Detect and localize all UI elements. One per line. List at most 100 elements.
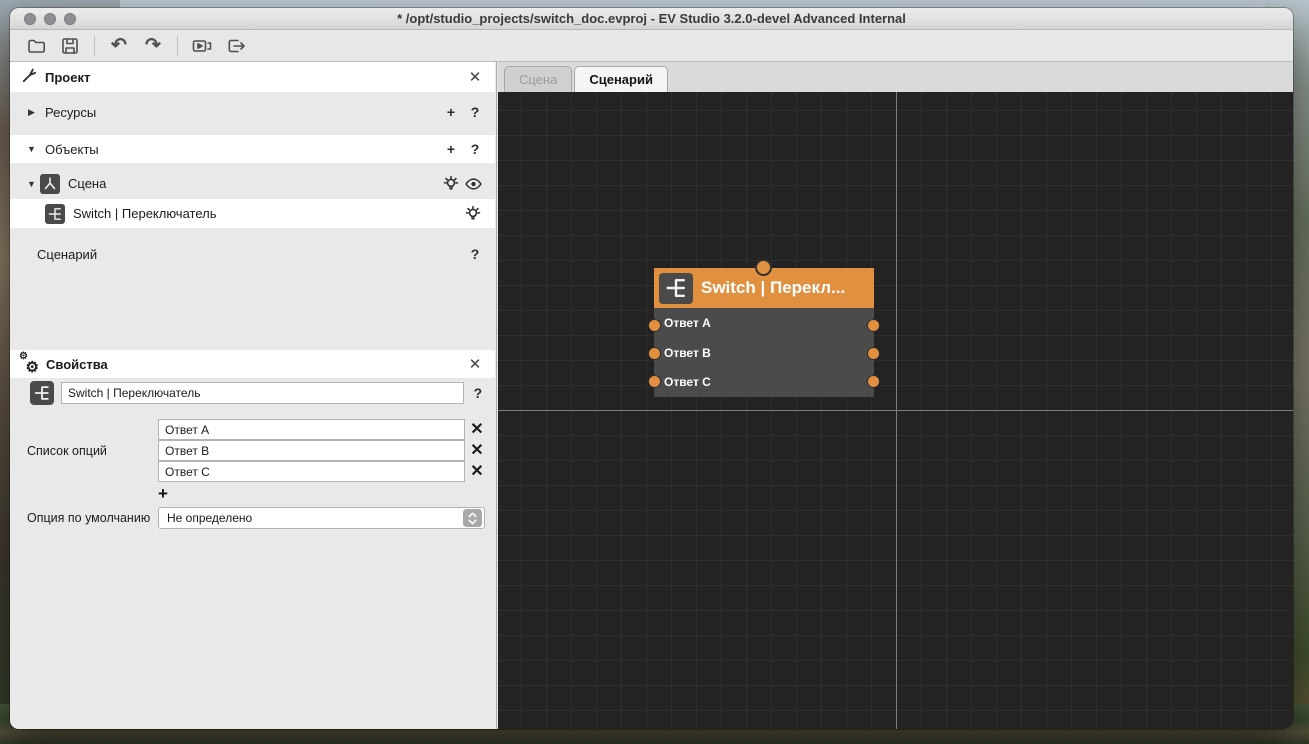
switch-node[interactable]: Switch | Перекл... Ответ A Ответ B Ответ…	[654, 268, 874, 397]
switch-icon	[659, 273, 693, 304]
section-objects[interactable]: ▼ Объекты + ?	[10, 135, 495, 163]
window-content: Проект ✕ ▶ Ресурсы + ? ▼ Объекты + ?	[10, 62, 1293, 729]
toolbar-separator	[177, 36, 178, 56]
undo-icon: ↶	[111, 36, 127, 55]
scenario-editor: Сцена Сценарий Switch | Перекл...	[498, 62, 1293, 729]
add-option-row: +	[10, 486, 495, 502]
port-c-left[interactable]	[648, 375, 661, 388]
window-titlebar[interactable]: * /opt/studio_projects/switch_doc.evproj…	[10, 8, 1293, 30]
port-label-b: Ответ B	[664, 346, 711, 360]
tree-item-scene[interactable]: ▼ Сцена	[10, 169, 495, 198]
objects-help-button[interactable]: ?	[467, 140, 483, 158]
port-b-right[interactable]	[867, 347, 880, 360]
gears-icon: ⚙⚙	[20, 355, 38, 373]
port-c-right[interactable]	[867, 375, 880, 388]
scene-visibility-button[interactable]	[463, 174, 483, 194]
switch-node-title: Switch | Перекл...	[701, 278, 845, 298]
tab-scene[interactable]: Сцена	[504, 66, 572, 92]
main-toolbar: ↶ ↷	[10, 30, 1293, 62]
node-canvas[interactable]: Switch | Перекл... Ответ A Ответ B Ответ…	[498, 92, 1293, 729]
window-title: * /opt/studio_projects/switch_doc.evproj…	[10, 11, 1293, 26]
properties-panel-header: ⚙⚙ Свойства ✕	[10, 350, 495, 378]
options-list-field: Список опций ✕ ✕ ✕	[10, 419, 495, 482]
node-input-port[interactable]	[755, 259, 772, 276]
close-window-button[interactable]	[24, 13, 36, 25]
save-icon	[60, 36, 80, 56]
switch-lamp-button[interactable]	[463, 204, 483, 224]
scene-icon	[40, 174, 60, 194]
add-resource-button[interactable]: +	[443, 103, 459, 121]
save-project-button[interactable]	[56, 33, 84, 59]
option-b-input[interactable]	[158, 440, 465, 461]
option-a-input[interactable]	[158, 419, 465, 440]
add-object-button[interactable]: +	[443, 140, 459, 158]
default-option-select[interactable]: Не определено	[158, 507, 485, 529]
node-port-row: Ответ B	[654, 338, 874, 368]
section-scenario[interactable]: Сценарий ?	[10, 240, 495, 268]
export-button[interactable]	[222, 33, 250, 59]
lamp-icon	[442, 175, 460, 193]
properties-panel-close-button[interactable]: ✕	[467, 355, 483, 373]
expand-arrow-icon[interactable]: ▼	[26, 179, 37, 189]
option-row: ✕	[158, 461, 489, 482]
section-objects-label: Объекты	[45, 142, 443, 157]
option-c-input[interactable]	[158, 461, 465, 482]
scenario-help-button[interactable]: ?	[467, 245, 483, 263]
port-a-left[interactable]	[648, 319, 661, 332]
project-panel-close-button[interactable]: ✕	[467, 68, 483, 86]
object-name-input[interactable]	[61, 382, 464, 404]
section-resources[interactable]: ▶ Ресурсы + ?	[10, 98, 495, 126]
tab-scenario[interactable]: Сценарий	[574, 66, 668, 92]
delete-option-b-button[interactable]: ✕	[465, 443, 489, 459]
collapse-arrow-icon[interactable]: ▶	[26, 107, 37, 118]
delete-option-a-button[interactable]: ✕	[465, 422, 489, 438]
project-panel-title: Проект	[45, 70, 467, 85]
project-panel: Проект ✕ ▶ Ресурсы + ? ▼ Объекты + ?	[10, 62, 497, 729]
options-list-label: Список опций	[27, 444, 158, 458]
minimize-window-button[interactable]	[44, 13, 56, 25]
switch-icon	[30, 381, 54, 405]
name-help-button[interactable]: ?	[471, 385, 485, 401]
preview-play-icon	[191, 36, 213, 56]
lamp-icon	[464, 205, 482, 223]
default-option-field: Опция по умолчанию Не определено	[10, 507, 495, 529]
redo-button[interactable]: ↷	[139, 33, 167, 59]
option-row: ✕	[158, 419, 489, 440]
redo-icon: ↷	[145, 36, 161, 55]
eye-icon	[464, 175, 483, 193]
add-option-button[interactable]: +	[158, 486, 168, 502]
stepper-arrows-icon	[463, 509, 482, 527]
option-row: ✕	[158, 440, 489, 461]
expand-arrow-icon[interactable]: ▼	[26, 144, 37, 154]
tree-item-switch-label: Switch | Переключатель	[73, 206, 463, 221]
project-panel-header: Проект ✕	[10, 62, 495, 92]
scene-lamp-button[interactable]	[441, 174, 461, 194]
tree-item-scene-label: Сцена	[68, 176, 441, 191]
default-option-value: Не определено	[159, 511, 463, 525]
port-label-a: Ответ A	[664, 316, 711, 330]
folder-icon	[26, 36, 47, 56]
toolbar-separator	[94, 36, 95, 56]
port-a-right[interactable]	[867, 319, 880, 332]
port-label-c: Ответ C	[664, 375, 711, 389]
undo-button[interactable]: ↶	[105, 33, 133, 59]
open-project-button[interactable]	[22, 33, 50, 59]
switch-icon	[45, 204, 65, 224]
section-scenario-label: Сценарий	[37, 247, 467, 262]
zoom-window-button[interactable]	[64, 13, 76, 25]
preview-button[interactable]	[188, 33, 216, 59]
resources-help-button[interactable]: ?	[467, 103, 483, 121]
section-resources-label: Ресурсы	[45, 105, 443, 120]
object-name-row: ?	[10, 381, 495, 405]
port-b-left[interactable]	[648, 347, 661, 360]
node-port-row: Ответ A	[654, 308, 874, 338]
tree-item-switch[interactable]: Switch | Переключатель	[10, 199, 495, 228]
switch-node-body: Ответ A Ответ B Ответ C	[654, 308, 874, 397]
node-port-row: Ответ C	[654, 367, 874, 397]
editor-tabbar: Сцена Сценарий	[498, 62, 1293, 92]
delete-option-c-button[interactable]: ✕	[465, 464, 489, 480]
canvas-origin-horizontal-axis	[498, 410, 1293, 411]
project-tool-icon	[20, 67, 37, 87]
options-list: ✕ ✕ ✕	[158, 419, 495, 482]
export-icon	[225, 36, 247, 56]
